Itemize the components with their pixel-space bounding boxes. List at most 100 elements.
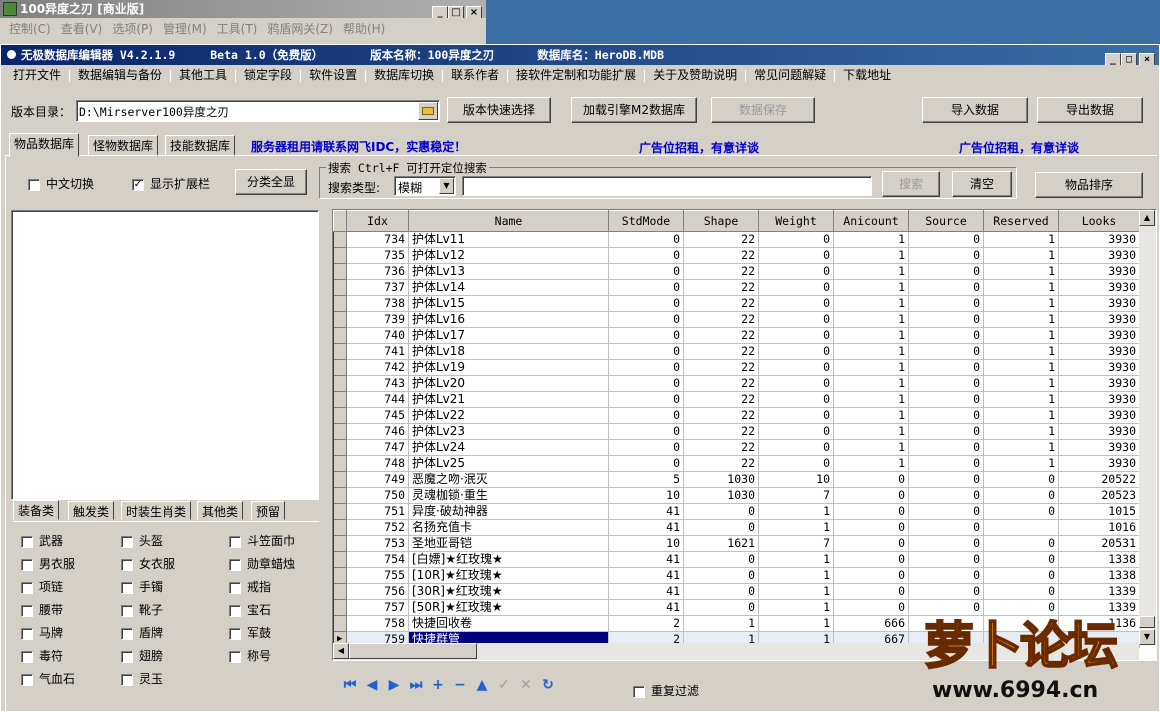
category-checkbox[interactable]: 宝石 (229, 601, 271, 618)
category-list-box[interactable] (11, 210, 319, 500)
table-cell[interactable]: 3930 (1058, 343, 1140, 360)
table-cell[interactable]: 1338 (1058, 567, 1140, 584)
table-cell[interactable]: 3930 (1058, 263, 1140, 280)
table-cell[interactable]: 0 (758, 359, 834, 376)
table-row[interactable]: 740 护体Lv17 0 22 0 1 0 1 3930 (333, 327, 1140, 344)
table-cell[interactable]: 22 (683, 327, 759, 344)
row-indicator[interactable] (333, 407, 347, 424)
table-cell[interactable]: 3930 (1058, 407, 1140, 424)
table-cell[interactable]: 1030 (683, 487, 759, 504)
table-cell[interactable]: 0 (908, 407, 984, 424)
table-cell[interactable]: 1 (833, 343, 909, 360)
table-cell[interactable]: 护体Lv11 (408, 231, 609, 248)
table-cell[interactable]: 22 (683, 375, 759, 392)
table-cell[interactable]: 740 (346, 327, 409, 344)
table-row[interactable]: 749 恶魔之吻·泯灭 5 1030 10 0 0 0 20522 (333, 471, 1140, 488)
table-cell[interactable]: 1 (983, 391, 1059, 408)
table-cell[interactable]: 护体Lv25 (408, 455, 609, 472)
table-cell[interactable]: 1016 (1058, 519, 1140, 536)
table-row[interactable]: 738 护体Lv15 0 22 0 1 0 1 3930 (333, 295, 1140, 312)
table-cell[interactable]: 758 (346, 615, 409, 632)
table-cell[interactable]: 护体Lv16 (408, 311, 609, 328)
table-cell[interactable]: 0 (908, 439, 984, 456)
table-cell[interactable]: 1 (833, 311, 909, 328)
table-cell[interactable]: [30R]★红玫瑰★ (408, 583, 609, 600)
table-cell[interactable]: 0 (908, 247, 984, 264)
table-cell[interactable]: 746 (346, 423, 409, 440)
table-cell[interactable]: 2 (608, 615, 684, 632)
table-cell[interactable]: 3930 (1058, 359, 1140, 376)
category-checkbox[interactable]: 军鼓 (229, 624, 271, 641)
table-cell[interactable]: [白嫖]★红玫瑰★ (408, 551, 609, 568)
table-cell[interactable]: 10 (608, 487, 684, 504)
row-indicator[interactable] (333, 423, 347, 440)
minimize-icon[interactable]: _ (1105, 53, 1121, 65)
quick-select-button[interactable]: 版本快速选择 (447, 97, 551, 123)
table-cell[interactable]: 0 (908, 375, 984, 392)
table-cell[interactable]: 3930 (1058, 279, 1140, 296)
delete-record-icon[interactable]: − (449, 677, 471, 693)
table-cell[interactable]: 1 (758, 519, 834, 536)
row-indicator[interactable] (333, 567, 347, 584)
table-cell[interactable]: 快捷回收卷 (408, 615, 609, 632)
table-cell[interactable]: 0 (758, 263, 834, 280)
table-cell[interactable]: 739 (346, 311, 409, 328)
table-cell[interactable]: 护体Lv23 (408, 423, 609, 440)
table-cell[interactable]: 0 (908, 327, 984, 344)
last-record-icon[interactable]: ⏭ (405, 677, 427, 693)
table-cell[interactable]: 1 (833, 423, 909, 440)
menu-item[interactable]: 关于及赞助说明 (645, 65, 745, 85)
column-header[interactable]: Shape (683, 210, 759, 232)
table-cell[interactable]: 0 (758, 327, 834, 344)
table-cell[interactable]: 0 (908, 567, 984, 584)
tab-reserved[interactable]: 预留 (251, 501, 286, 520)
table-cell[interactable]: 753 (346, 535, 409, 552)
table-cell[interactable]: 0 (608, 247, 684, 264)
table-cell[interactable]: 3930 (1058, 375, 1140, 392)
bg-menu-item[interactable]: 管理(M) (158, 19, 212, 39)
table-cell[interactable]: 0 (908, 311, 984, 328)
table-cell[interactable]: 22 (683, 247, 759, 264)
column-header[interactable]: Looks (1058, 210, 1140, 232)
menu-item[interactable]: 常见问题解疑 (746, 65, 834, 85)
table-cell[interactable]: 1 (833, 407, 909, 424)
table-cell[interactable]: 741 (346, 343, 409, 360)
search-type-select[interactable]: 模糊 ▼ (394, 176, 456, 196)
table-cell[interactable]: 护体Lv18 (408, 343, 609, 360)
bg-menu-item[interactable]: 工具(T) (212, 19, 263, 39)
table-cell[interactable]: 0 (608, 439, 684, 456)
table-cell[interactable]: 22 (683, 407, 759, 424)
table-cell[interactable]: 0 (608, 311, 684, 328)
column-header[interactable]: Weight (758, 210, 834, 232)
table-cell[interactable]: 0 (758, 375, 834, 392)
table-cell[interactable]: 0 (683, 551, 759, 568)
insert-record-icon[interactable]: + (427, 677, 449, 693)
table-row[interactable]: 744 护体Lv21 0 22 0 1 0 1 3930 (333, 391, 1140, 408)
table-row[interactable]: 755 [10R]★红玫瑰★ 41 0 1 0 0 0 1338 (333, 567, 1140, 584)
table-cell[interactable]: 1 (758, 599, 834, 616)
table-cell[interactable]: 护体Lv13 (408, 263, 609, 280)
table-cell[interactable]: 1 (758, 567, 834, 584)
load-m2-button[interactable]: 加载引擎M2数据库 (571, 97, 697, 123)
table-cell[interactable]: 1621 (683, 535, 759, 552)
table-cell[interactable]: 0 (833, 551, 909, 568)
table-cell[interactable]: 0 (758, 439, 834, 456)
table-cell[interactable]: 0 (983, 551, 1059, 568)
table-cell[interactable]: 10 (608, 535, 684, 552)
table-cell[interactable]: 22 (683, 455, 759, 472)
table-row[interactable]: 750 灵魂枷锁·重生 10 1030 7 0 0 0 20523 (333, 487, 1140, 504)
table-cell[interactable]: 0 (758, 311, 834, 328)
table-cell[interactable]: 0 (908, 423, 984, 440)
table-cell[interactable]: 0 (908, 391, 984, 408)
table-row[interactable]: 737 护体Lv14 0 22 0 1 0 1 3930 (333, 279, 1140, 296)
row-indicator[interactable] (333, 615, 347, 632)
table-row[interactable]: 752 名扬充值卡 41 0 1 0 0 1016 (333, 519, 1140, 536)
table-row[interactable]: 736 护体Lv13 0 22 0 1 0 1 3930 (333, 263, 1140, 280)
table-cell[interactable]: 0 (908, 519, 984, 536)
maximize-icon[interactable]: □ (1121, 53, 1137, 65)
table-cell[interactable]: 1 (983, 295, 1059, 312)
bg-menu-item[interactable]: 选项(P) (107, 19, 158, 39)
table-row[interactable]: 741 护体Lv18 0 22 0 1 0 1 3930 (333, 343, 1140, 360)
table-cell[interactable]: 1 (983, 359, 1059, 376)
table-cell[interactable]: 0 (608, 343, 684, 360)
